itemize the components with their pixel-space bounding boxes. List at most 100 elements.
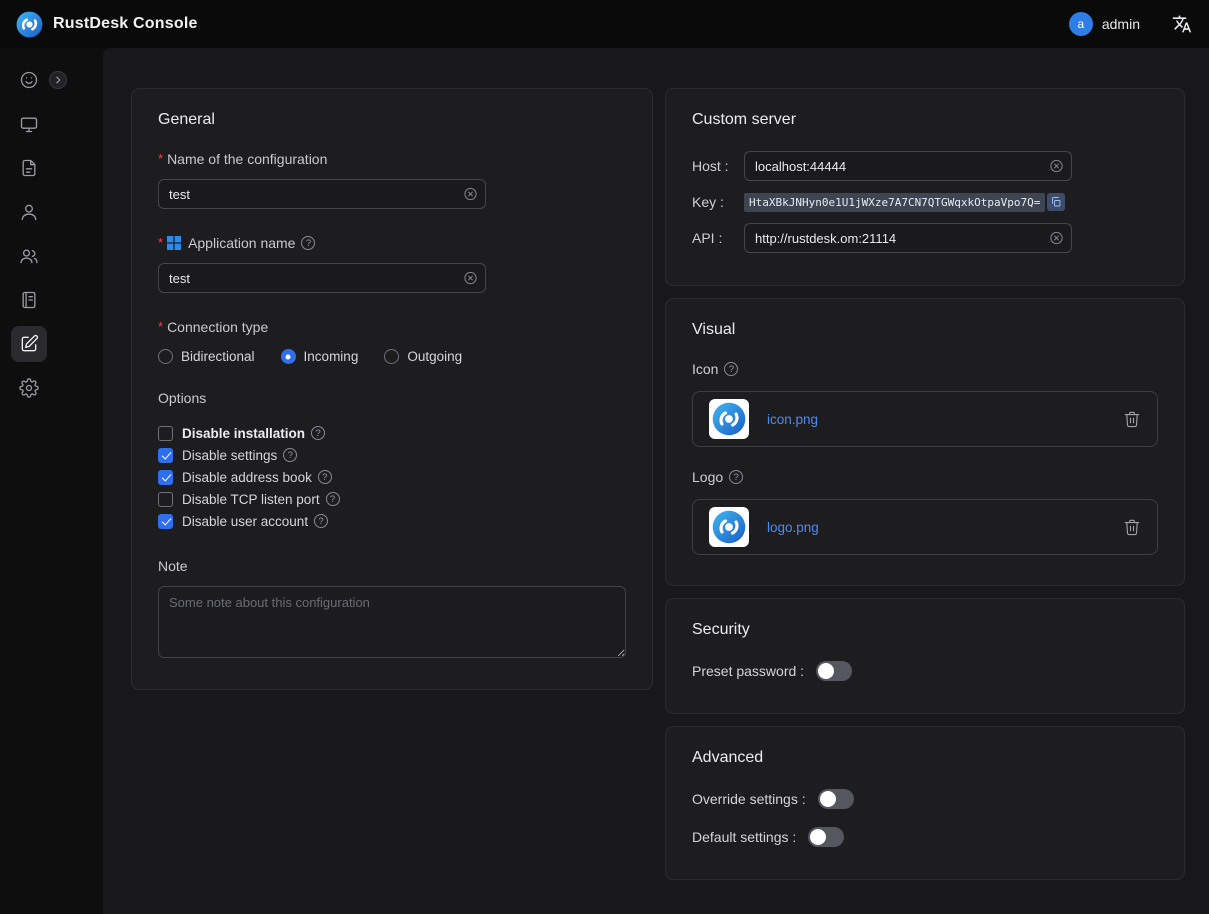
icon-file-link[interactable]: icon.png <box>767 412 818 427</box>
host-label: Host : <box>692 158 744 174</box>
copy-icon[interactable] <box>1047 193 1065 211</box>
help-icon[interactable]: ? <box>301 236 315 250</box>
sidebar-item-users[interactable] <box>11 194 47 230</box>
trash-icon[interactable] <box>1123 518 1141 536</box>
general-card: General * Name of the configuration <box>131 88 653 690</box>
app-title: RustDesk Console <box>53 15 198 33</box>
checkbox-disable-installation[interactable]: Disable installation ? <box>158 422 626 444</box>
checkbox-disable-settings[interactable]: Disable settings ? <box>158 444 626 466</box>
radio-label: Outgoing <box>407 349 462 364</box>
connection-type-section: * Connection type Bidirectional <box>158 319 626 364</box>
translate-icon[interactable] <box>1171 13 1193 35</box>
rustdesk-logo-icon <box>16 11 43 38</box>
visual-card: Visual Icon ? <box>665 298 1185 586</box>
logo-label: Logo <box>692 469 723 485</box>
key-row: Key : HtaXBkJNHyn0e1U1jWXze7A7CN7QTGWqxk… <box>692 187 1158 217</box>
sidebar-item-dashboard[interactable] <box>11 62 47 98</box>
help-icon[interactable]: ? <box>729 470 743 484</box>
radio-circle[interactable] <box>281 349 296 364</box>
security-title: Security <box>692 621 1158 639</box>
radio-bidirectional[interactable]: Bidirectional <box>158 349 255 364</box>
default-settings-toggle[interactable] <box>808 827 844 847</box>
brand: RustDesk Console <box>16 11 198 38</box>
help-icon[interactable]: ? <box>314 514 328 528</box>
help-icon[interactable]: ? <box>724 362 738 376</box>
override-settings-label: Override settings : <box>692 791 806 807</box>
radio-label: Bidirectional <box>181 349 255 364</box>
override-settings-toggle[interactable] <box>818 789 854 809</box>
sidebar-item-groups[interactable] <box>11 238 47 274</box>
radio-circle[interactable] <box>384 349 399 364</box>
key-label: Key : <box>692 194 744 210</box>
clear-icon[interactable] <box>1049 231 1064 246</box>
radio-circle[interactable] <box>158 349 173 364</box>
trash-icon[interactable] <box>1123 410 1141 428</box>
help-icon[interactable]: ? <box>311 426 325 440</box>
preset-password-row: Preset password : <box>692 661 1158 681</box>
custom-server-card: Custom server Host : Key : <box>665 88 1185 286</box>
radio-outgoing[interactable]: Outgoing <box>384 349 462 364</box>
help-icon[interactable]: ? <box>326 492 340 506</box>
gear-icon <box>19 378 39 398</box>
sidebar-item-settings[interactable] <box>11 370 47 406</box>
sidebar-item-logs[interactable] <box>11 282 47 318</box>
clear-icon[interactable] <box>1049 159 1064 174</box>
required-marker: * <box>158 151 163 166</box>
host-input[interactable] <box>744 151 1072 181</box>
checkbox-box[interactable] <box>158 514 173 529</box>
checkbox-disable-tcp-listen-port[interactable]: Disable TCP listen port ? <box>158 488 626 510</box>
sidebar-expand-button[interactable] <box>49 71 67 89</box>
people-icon <box>19 246 39 266</box>
radio-incoming[interactable]: Incoming <box>281 349 359 364</box>
app-name-section: * Application name ? <box>158 235 626 293</box>
api-input[interactable] <box>744 223 1072 253</box>
advanced-card: Advanced Override settings : Default set… <box>665 726 1185 880</box>
user-avatar[interactable]: a <box>1069 12 1093 36</box>
checkbox-box[interactable] <box>158 448 173 463</box>
radio-label: Incoming <box>304 349 359 364</box>
default-settings-row: Default settings : <box>692 827 1158 847</box>
required-marker: * <box>158 319 163 334</box>
help-icon[interactable]: ? <box>283 448 297 462</box>
checkbox-label: Disable address book <box>182 470 312 485</box>
security-card: Security Preset password : <box>665 598 1185 714</box>
logo-thumbnail <box>709 507 749 547</box>
checkbox-box[interactable] <box>158 470 173 485</box>
person-icon <box>19 202 39 222</box>
windows-logo-icon <box>167 236 181 250</box>
user-name[interactable]: admin <box>1102 16 1140 32</box>
default-settings-label: Default settings : <box>692 829 796 845</box>
help-icon[interactable]: ? <box>318 470 332 484</box>
override-settings-row: Override settings : <box>692 789 1158 809</box>
checkbox-label: Disable installation <box>182 426 305 441</box>
logo-file-box: logo.png <box>692 499 1158 555</box>
advanced-title: Advanced <box>692 749 1158 767</box>
main-area: General * Name of the configuration <box>58 48 1209 914</box>
preset-password-toggle[interactable] <box>816 661 852 681</box>
clear-icon[interactable] <box>463 187 478 202</box>
logo-file-link[interactable]: logo.png <box>767 520 819 535</box>
required-marker: * <box>158 235 163 250</box>
key-value: HtaXBkJNHyn0e1U1jWXze7A7CN7QTGWqxkOtpaVp… <box>744 193 1045 212</box>
checkbox-box[interactable] <box>158 426 173 441</box>
sidebar-item-documents[interactable] <box>11 150 47 186</box>
name-section: * Name of the configuration <box>158 151 626 209</box>
sidebar-item-devices[interactable] <box>11 106 47 142</box>
checkbox-box[interactable] <box>158 492 173 507</box>
app-name-input[interactable] <box>158 263 486 293</box>
note-textarea[interactable] <box>158 586 626 658</box>
app-name-label: Application name <box>188 235 295 251</box>
topbar: RustDesk Console a admin <box>0 0 1209 48</box>
host-row: Host : <box>692 151 1158 181</box>
connection-type-label: Connection type <box>167 319 268 335</box>
checkbox-disable-user-account[interactable]: Disable user account ? <box>158 510 626 532</box>
name-label: Name of the configuration <box>167 151 327 167</box>
name-input[interactable] <box>158 179 486 209</box>
sidebar-item-configurations[interactable] <box>11 326 47 362</box>
clear-icon[interactable] <box>463 271 478 286</box>
options-section: Options Disable installation ? <box>158 390 626 532</box>
checkbox-disable-address-book[interactable]: Disable address book ? <box>158 466 626 488</box>
smiley-icon <box>19 70 39 90</box>
chevron-right-icon <box>53 75 63 85</box>
note-label: Note <box>158 558 626 574</box>
